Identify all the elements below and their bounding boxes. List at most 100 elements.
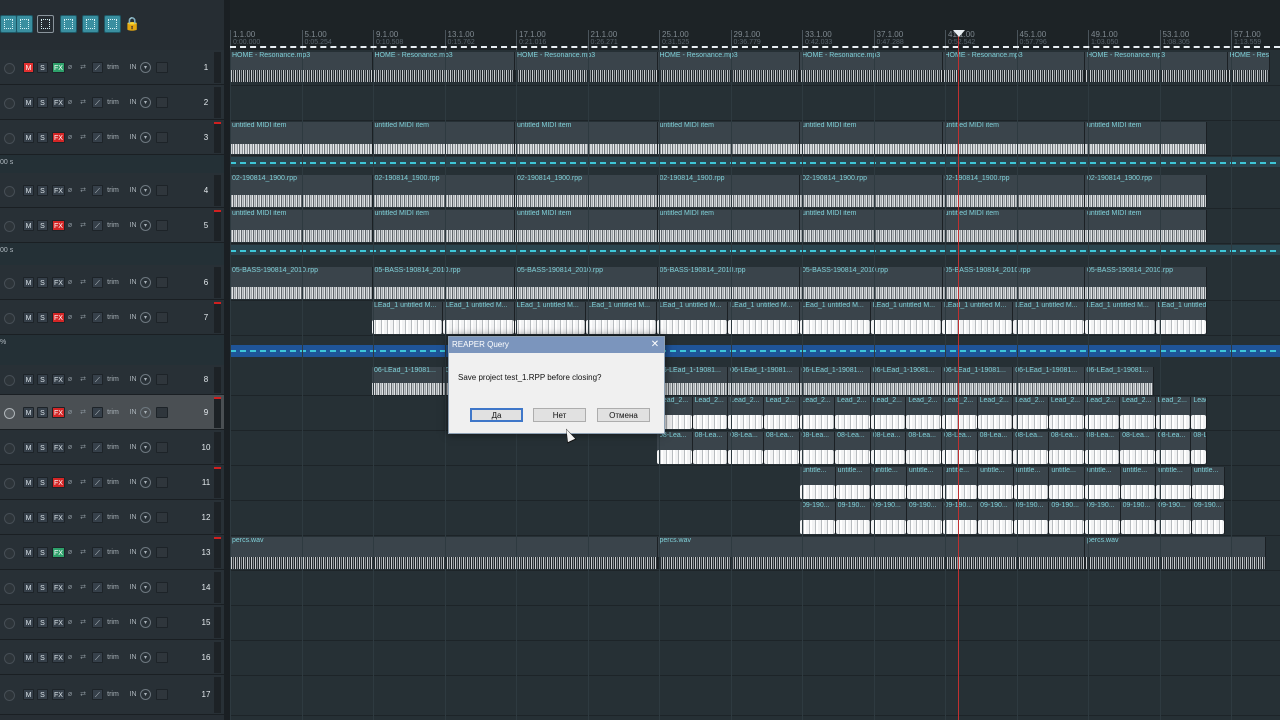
track-row[interactable]: M S FX ø ⇄ ⟋ trim IN ▾ 7 bbox=[0, 300, 224, 335]
track-name-field[interactable] bbox=[156, 512, 168, 523]
phase-icon[interactable]: ø bbox=[66, 617, 74, 628]
media-item[interactable]: LEad_1 untitled M... bbox=[443, 302, 515, 334]
track-name-field[interactable] bbox=[156, 689, 168, 700]
envelope-icon[interactable]: ⟋ bbox=[92, 312, 103, 323]
mute-button[interactable]: M bbox=[23, 689, 34, 700]
input-dropdown-icon[interactable]: ▾ bbox=[140, 442, 151, 453]
fx-button[interactable]: FX bbox=[52, 547, 65, 558]
solo-button[interactable]: S bbox=[37, 442, 48, 453]
track-name-field[interactable] bbox=[156, 97, 168, 108]
input-label[interactable]: IN bbox=[126, 547, 140, 558]
fx-button[interactable]: FX bbox=[52, 220, 65, 231]
record-arm-button[interactable] bbox=[4, 653, 15, 664]
media-item[interactable]: HOME - Resonance.mp3 bbox=[657, 52, 800, 82]
media-item[interactable]: LEad_1 untitled M... bbox=[372, 302, 444, 334]
envelope-icon[interactable]: ⟋ bbox=[92, 477, 103, 488]
media-item[interactable]: 09-190... bbox=[906, 502, 943, 534]
track-name-field[interactable] bbox=[156, 220, 168, 231]
mute-button[interactable]: M bbox=[23, 312, 34, 323]
track-name-field[interactable] bbox=[156, 132, 168, 143]
loop-toggle-button[interactable] bbox=[104, 15, 121, 33]
track-row[interactable]: M S FX ø ⇄ ⟋ trim IN ▾ 1 bbox=[0, 50, 224, 85]
input-label[interactable]: IN bbox=[126, 62, 140, 73]
phase-icon[interactable]: ø bbox=[66, 185, 74, 196]
input-dropdown-icon[interactable]: ▾ bbox=[140, 132, 151, 143]
track-name-field[interactable] bbox=[156, 582, 168, 593]
media-item[interactable]: Lead_2... bbox=[870, 397, 907, 429]
media-item[interactable]: 02-190814_1900.rpp bbox=[515, 175, 658, 207]
automation-mode-label[interactable]: trim bbox=[104, 312, 122, 323]
media-item[interactable]: HOME - Resonance.mp3 bbox=[1227, 52, 1270, 82]
solo-button[interactable]: S bbox=[37, 277, 48, 288]
input-label[interactable]: IN bbox=[126, 477, 140, 488]
input-label[interactable]: IN bbox=[126, 132, 140, 143]
routing-icon[interactable]: ⇄ bbox=[78, 132, 88, 143]
track-name-field[interactable] bbox=[156, 312, 168, 323]
fx-button[interactable]: FX bbox=[52, 407, 65, 418]
envelope-icon[interactable]: ⟋ bbox=[92, 132, 103, 143]
media-item[interactable]: untitle... bbox=[1085, 467, 1121, 499]
media-item[interactable]: 08-Lea... bbox=[870, 432, 907, 464]
envelope-icon[interactable]: ⟋ bbox=[92, 374, 103, 385]
automation-mode-label[interactable]: trim bbox=[104, 582, 122, 593]
mute-button[interactable]: M bbox=[23, 547, 34, 558]
fx-button[interactable]: FX bbox=[52, 689, 65, 700]
track-name-field[interactable] bbox=[156, 477, 168, 488]
input-label[interactable]: IN bbox=[126, 689, 140, 700]
mute-button[interactable]: M bbox=[23, 477, 34, 488]
close-icon[interactable]: ✕ bbox=[648, 337, 662, 353]
record-arm-button[interactable] bbox=[4, 548, 15, 559]
media-item[interactable]: 06-LEad_1-19081... bbox=[372, 367, 444, 395]
solo-button[interactable]: S bbox=[37, 312, 48, 323]
track-name-field[interactable] bbox=[156, 277, 168, 288]
mute-button[interactable]: M bbox=[23, 220, 34, 231]
track-row[interactable]: M S FX ø ⇄ ⟋ trim IN ▾ 13 bbox=[0, 535, 224, 570]
input-label[interactable]: IN bbox=[126, 512, 140, 523]
media-item[interactable]: Lead_2... bbox=[1155, 397, 1192, 429]
record-arm-button[interactable] bbox=[4, 478, 15, 489]
media-item[interactable]: 09-190... bbox=[1049, 502, 1085, 534]
media-item[interactable]: 06-LEad_1-19081... bbox=[799, 367, 871, 395]
fx-button[interactable]: FX bbox=[52, 582, 65, 593]
track-row[interactable]: M S FX ø ⇄ ⟋ trim IN ▾ 9 bbox=[0, 395, 224, 430]
media-item[interactable]: untitle... bbox=[1120, 467, 1157, 499]
envelope-band[interactable] bbox=[230, 345, 1280, 357]
phase-icon[interactable]: ø bbox=[66, 97, 74, 108]
arrange-view[interactable]: HOME - Resonance.mp3 HOME - Resonance.mp3… bbox=[230, 50, 1280, 720]
solo-button[interactable]: S bbox=[37, 547, 48, 558]
phase-icon[interactable]: ø bbox=[66, 374, 74, 385]
fx-button[interactable]: FX bbox=[52, 652, 65, 663]
mute-button[interactable]: M bbox=[23, 407, 34, 418]
automation-mode-label[interactable]: trim bbox=[104, 689, 122, 700]
track-lane[interactable] bbox=[230, 605, 1280, 641]
media-item[interactable]: 06-LEad_1-19081... bbox=[657, 367, 729, 395]
media-item[interactable]: 09-190... bbox=[942, 502, 979, 534]
media-item[interactable]: LEad_1 untitled M... bbox=[728, 302, 800, 334]
track-row[interactable]: M S FX ø ⇄ ⟋ trim IN ▾ 2 bbox=[0, 85, 224, 120]
record-arm-button[interactable] bbox=[4, 408, 15, 419]
grid-snap-button[interactable] bbox=[0, 15, 17, 33]
routing-icon[interactable]: ⇄ bbox=[78, 512, 88, 523]
mute-button[interactable]: M bbox=[23, 62, 34, 73]
media-item[interactable]: untitled MIDI item bbox=[800, 210, 943, 242]
media-item[interactable]: 08-Lea... bbox=[1013, 432, 1049, 464]
automation-mode-label[interactable]: trim bbox=[104, 407, 122, 418]
routing-icon[interactable]: ⇄ bbox=[78, 582, 88, 593]
record-arm-button[interactable] bbox=[4, 221, 15, 232]
phase-icon[interactable]: ø bbox=[66, 407, 74, 418]
automation-mode-label[interactable]: trim bbox=[104, 477, 122, 488]
media-item[interactable]: 08-Lea... bbox=[942, 432, 978, 464]
track-name-field[interactable] bbox=[156, 442, 168, 453]
media-item[interactable]: 08-Lea... bbox=[1155, 432, 1192, 464]
cancel-button[interactable]: Отмена bbox=[597, 408, 650, 422]
track-name-field[interactable] bbox=[156, 407, 168, 418]
input-dropdown-icon[interactable]: ▾ bbox=[140, 689, 151, 700]
solo-button[interactable]: S bbox=[37, 582, 48, 593]
record-arm-button[interactable] bbox=[4, 583, 15, 594]
automation-mode-label[interactable]: trim bbox=[104, 652, 122, 663]
routing-icon[interactable]: ⇄ bbox=[78, 277, 88, 288]
input-dropdown-icon[interactable]: ▾ bbox=[140, 652, 151, 663]
solo-button[interactable]: S bbox=[37, 97, 48, 108]
media-item[interactable]: 08-Lea... bbox=[728, 432, 764, 464]
media-item[interactable]: 08-Lea... bbox=[763, 432, 800, 464]
